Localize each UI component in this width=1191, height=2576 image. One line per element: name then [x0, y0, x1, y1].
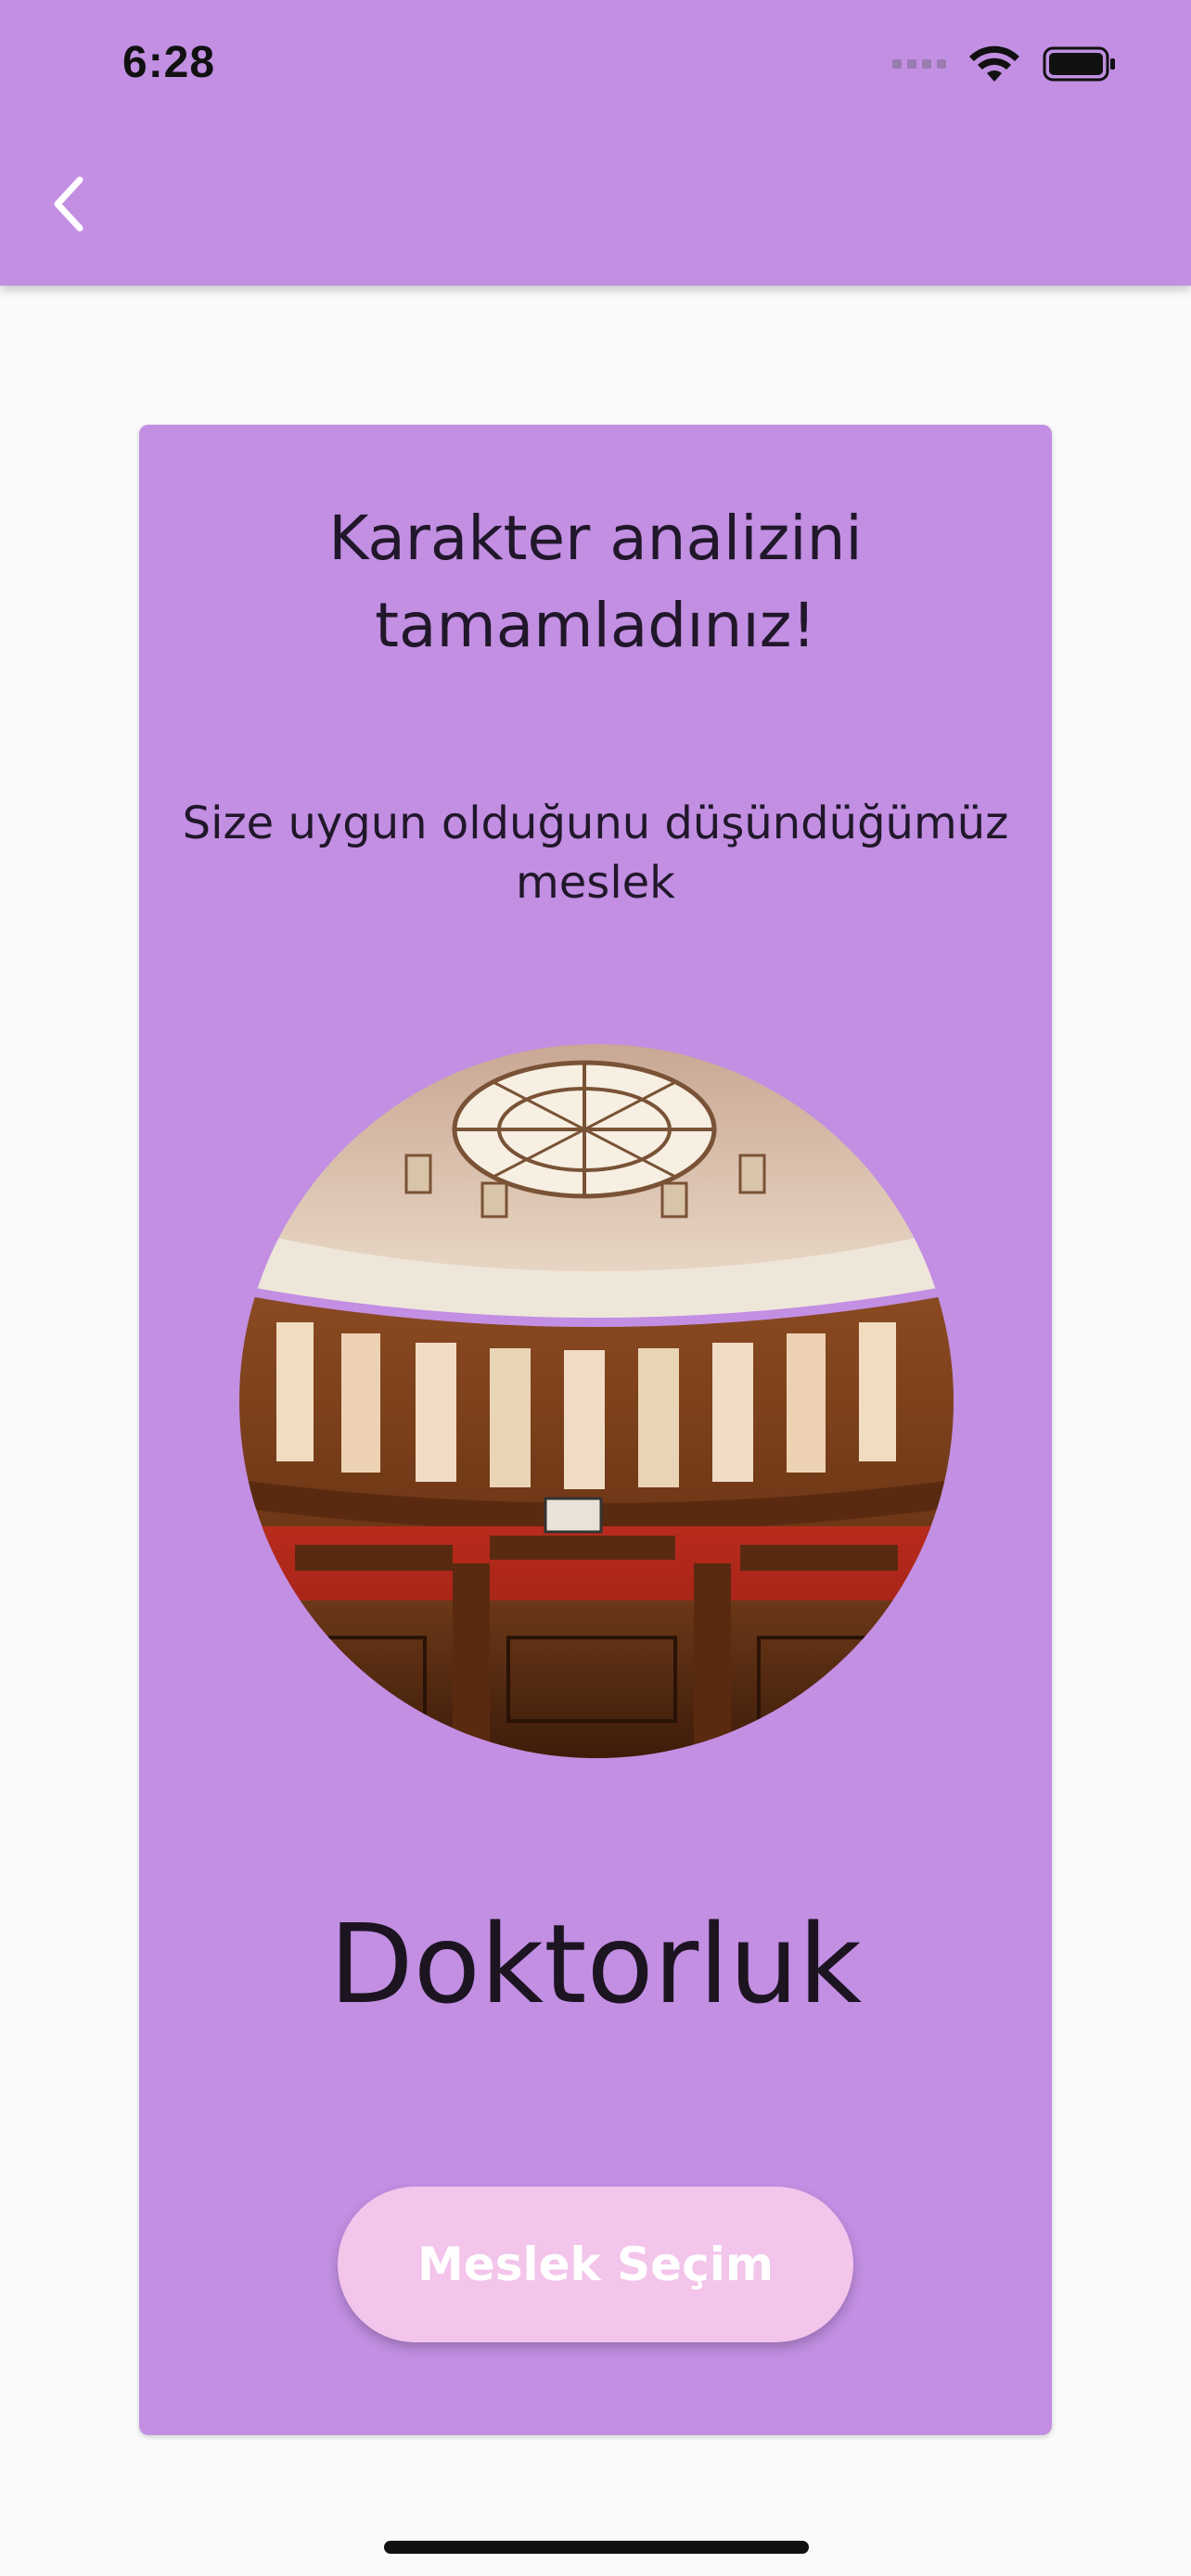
status-icons	[892, 45, 1117, 83]
card-subtitle: Size uygun olduğunu düşündüğümüz meslek	[182, 797, 1009, 909]
app-bar: 6:28	[0, 0, 1191, 286]
courtroom-photo	[239, 1044, 954, 1758]
back-button[interactable]	[37, 171, 104, 237]
status-time: 6:28	[122, 38, 216, 87]
cellular-signal-icon	[892, 59, 946, 69]
profession-image	[239, 1044, 954, 1758]
wifi-icon	[969, 45, 1019, 82]
profession-select-button[interactable]: Meslek Seçim	[338, 2187, 853, 2342]
battery-icon	[1043, 46, 1115, 82]
result-screen: 6:28 Karakter analizini tamamladınız! Si…	[0, 0, 1191, 2576]
chevron-left-icon	[54, 176, 83, 232]
profession-name: Doktorluk	[328, 1900, 863, 2028]
result-card: Karakter analizini tamamladınız! Size uy…	[139, 425, 1052, 2435]
card-title: Karakter analizini tamamladınız!	[328, 503, 863, 661]
home-indicator[interactable]	[384, 2541, 809, 2554]
